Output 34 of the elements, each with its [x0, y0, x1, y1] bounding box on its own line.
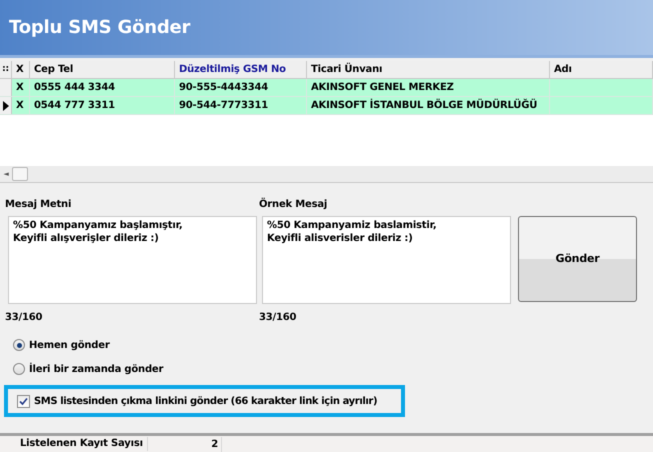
- send-button[interactable]: Gönder: [518, 216, 637, 302]
- checkbox-label: SMS listesinden çıkma linkini gönder (66 karakter link için ayrılır): [34, 394, 378, 408]
- table-cell: AKINSOFT İSTANBUL BÖLGE MÜDÜRLÜĞÜ: [307, 97, 550, 114]
- table-cell: X: [12, 97, 30, 114]
- column-header[interactable]: X: [12, 61, 30, 78]
- grid-corner: ::: [0, 61, 12, 78]
- radio-button[interactable]: [13, 339, 25, 351]
- radio-label: Hemen gönder: [29, 338, 110, 352]
- character-count: 33/160: [259, 311, 298, 325]
- row-indicator[interactable]: [0, 97, 12, 114]
- field-label: Mesaj Metni: [5, 199, 72, 211]
- table-cell: X: [12, 79, 30, 96]
- status-label: Listelenen Kayıt Sayısı: [0, 437, 148, 451]
- record-count: 2: [148, 436, 222, 452]
- scroll-thumb[interactable]: [12, 167, 28, 181]
- table-cell: 0555 444 3344: [30, 79, 175, 96]
- column-header[interactable]: Düzeltilmiş GSM No: [175, 61, 307, 78]
- current-row-icon: [2, 100, 8, 110]
- table-cell: AKINSOFT GENEL MERKEZ: [307, 79, 550, 96]
- field-label: Örnek Mesaj: [259, 199, 328, 211]
- radio-button[interactable]: [13, 363, 25, 375]
- character-count: 33/160: [5, 311, 44, 325]
- checkbox[interactable]: [17, 394, 30, 408]
- table-cell: 90-555-4443344: [175, 79, 307, 96]
- column-header[interactable]: Cep Tel: [30, 61, 175, 78]
- message-field[interactable]: %50 Kampanyamız başlamıştır, Keyifli alışverişler dileriz :): [8, 216, 257, 304]
- radio-label: İleri bir zamanda gönder: [29, 362, 164, 376]
- column-header[interactable]: Adı: [550, 61, 653, 78]
- check-icon: [19, 396, 28, 406]
- message-field[interactable]: %50 Kampanyamiz baslamistir, Keyifli alisverisler dileriz :): [262, 216, 511, 304]
- window-title: Toplu SMS Gönder: [9, 16, 190, 40]
- column-header[interactable]: Ticari Ünvanı: [307, 61, 550, 78]
- table-cell: 0544 777 3311: [30, 97, 175, 114]
- table-cell: 90-544-7773311: [175, 97, 307, 114]
